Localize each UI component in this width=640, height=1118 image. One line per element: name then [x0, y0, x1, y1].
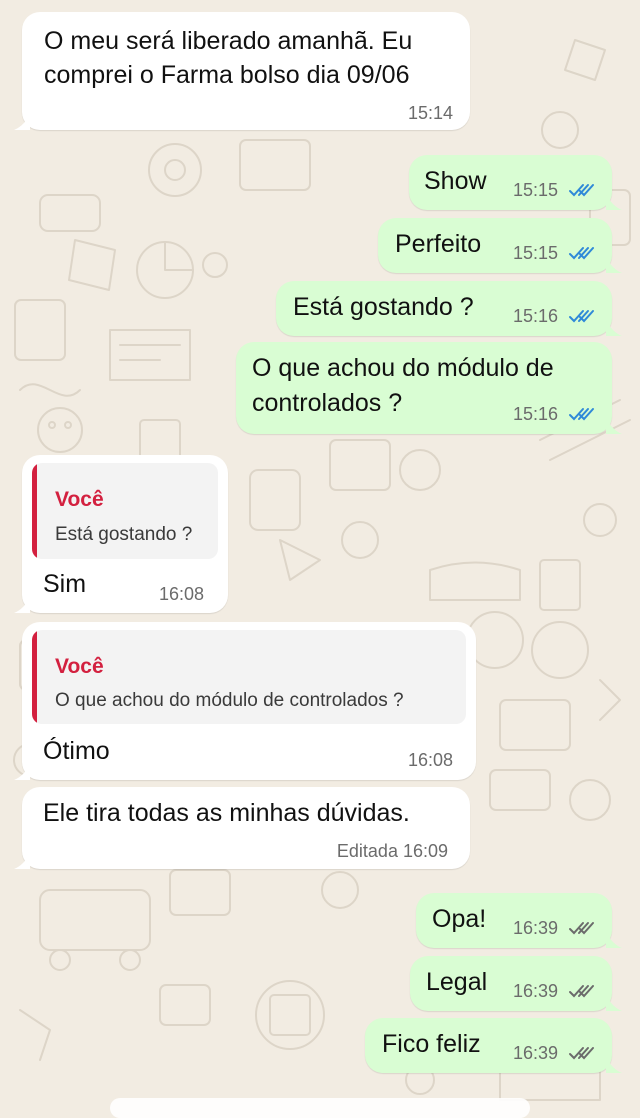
chat-messages: O meu será liberado amanhã. Eu comprei o… [0, 0, 640, 1105]
read-receipt-icon [569, 408, 594, 421]
bubble-tail [606, 932, 622, 948]
read-receipt-icon [569, 184, 594, 197]
bubble-tail [14, 597, 30, 613]
message-time: Editada 16:09 [336, 841, 448, 861]
message-time: 15:16 [513, 404, 559, 424]
message-time: 16:08 [159, 584, 205, 604]
message-time: 16:08 [408, 750, 454, 770]
quote-accent-bar [32, 463, 37, 559]
message-text: Perfeito [395, 230, 482, 258]
message-text: Show [424, 167, 487, 195]
bubble-tail [606, 257, 622, 273]
quote-accent-bar [32, 630, 37, 724]
message-text: controlados ? [252, 389, 403, 417]
quote-author: Você [55, 655, 104, 678]
read-receipt-icon [569, 247, 594, 260]
message-bubble-outgoing[interactable]: Legal 16:39 [410, 956, 612, 1011]
bubble-tail [606, 418, 622, 434]
message-bubble-outgoing[interactable]: Opa! 16:39 [416, 893, 612, 948]
message-time: 16:39 [513, 918, 559, 938]
bubble-tail [14, 764, 30, 780]
delivered-receipt-icon [569, 1047, 594, 1060]
message-text: Legal [426, 968, 488, 996]
quote-text: Está gostando ? [55, 524, 193, 545]
message-time: 16:39 [513, 981, 559, 1001]
message-bubble-incoming-reply[interactable]: Você O que achou do módulo de controlado… [22, 622, 476, 780]
message-text: Opa! [432, 905, 487, 933]
message-time: 15:15 [513, 243, 559, 263]
message-time: 16:39 [513, 1043, 559, 1063]
message-text: O que achou do módulo de [252, 354, 554, 382]
bubble-tail [14, 114, 30, 130]
message-bubble-outgoing[interactable]: O que achou do módulo de controlados ? 1… [236, 342, 612, 434]
quote-text: O que achou do módulo de controlados ? [55, 690, 404, 711]
message-time: 15:16 [513, 306, 559, 326]
message-bubble-outgoing[interactable]: Show 15:15 [409, 155, 612, 210]
delivered-receipt-icon [569, 985, 594, 998]
message-text: Sim [43, 570, 87, 598]
quote-author: Você [55, 488, 104, 511]
message-bubble-incoming[interactable]: Ele tira todas as minhas dúvidas. Editad… [22, 787, 470, 869]
bubble-tail [606, 194, 622, 210]
quoted-message[interactable]: Você Está gostando ? [32, 463, 218, 559]
read-receipt-icon [569, 310, 594, 323]
quoted-message[interactable]: Você O que achou do módulo de controlado… [32, 630, 466, 724]
bubble-tail [606, 995, 622, 1011]
message-text: Está gostando ? [293, 293, 474, 321]
message-text: Fico feliz [382, 1030, 481, 1058]
next-bubble-edge [110, 1098, 530, 1118]
bubble-tail [14, 853, 30, 869]
bubble-tail [606, 1057, 622, 1073]
delivered-receipt-icon [569, 922, 594, 935]
message-time: 15:15 [513, 180, 559, 200]
message-bubble-incoming[interactable]: O meu será liberado amanhã. Eu comprei o… [22, 12, 470, 130]
message-text: Ele tira todas as minhas dúvidas. [43, 799, 410, 827]
message-bubble-outgoing[interactable]: Perfeito 15:15 [378, 218, 612, 273]
message-time: 15:14 [407, 103, 453, 123]
message-bubble-outgoing[interactable]: Fico feliz 16:39 [365, 1018, 612, 1073]
message-text: Ótimo [43, 737, 110, 765]
bubble-tail [606, 320, 622, 336]
message-bubble-outgoing[interactable]: Está gostando ? 15:16 [276, 281, 612, 336]
message-text: comprei o Farma bolso dia 09/06 [44, 61, 410, 89]
message-text: O meu será liberado amanhã. Eu [44, 27, 413, 55]
message-bubble-incoming-reply[interactable]: Você Está gostando ? Sim 16:08 [22, 455, 228, 613]
